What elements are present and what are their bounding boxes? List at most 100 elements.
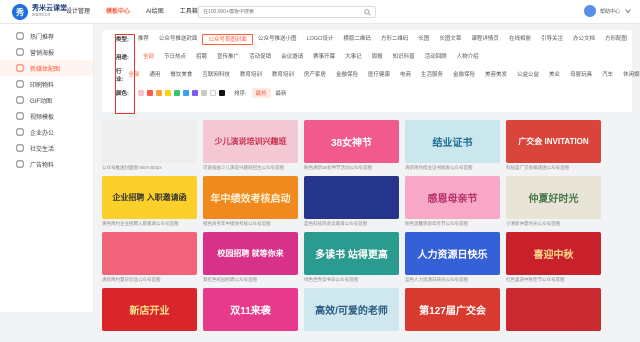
template-card[interactable]: 清新简约夏日饮品公众号首图	[102, 232, 197, 286]
nav-design-manage[interactable]: 设计管理	[58, 0, 98, 24]
filter-option[interactable]: 节日热点	[159, 52, 191, 63]
filter-option[interactable]: 通用	[144, 70, 165, 81]
filter-option[interactable]: 推荐	[133, 34, 154, 45]
template-thumbnail[interactable]: 广交会 INVITATION	[506, 120, 601, 163]
template-thumbnail[interactable]: 感恩母亲节	[405, 176, 500, 219]
filter-option[interactable]: 美业	[544, 70, 565, 81]
color-swatch[interactable]	[174, 90, 180, 96]
filter-option[interactable]: 公众号首图封面	[202, 33, 253, 45]
filter-option[interactable]: 方形配图	[600, 34, 632, 45]
filter-option[interactable]: 公众号推送封面	[154, 34, 203, 45]
template-card[interactable]: 结业证书 清新简约结业证书颁发公众号首图	[405, 120, 500, 174]
template-card[interactable]: 第127届广交会	[405, 288, 500, 342]
template-card[interactable]: 蓝色科技风会议邀请公众号首图	[304, 176, 399, 230]
template-card[interactable]: 多读书 站得更高 绿色世界读书日公众号首图	[304, 232, 399, 286]
template-thumbnail[interactable]: 校园招聘 就等你来	[203, 232, 298, 275]
sort-option[interactable]: 最新	[276, 89, 287, 97]
filter-option[interactable]: 活动促销	[244, 52, 276, 63]
filter-option[interactable]: 方形二维码	[376, 34, 414, 45]
filter-option[interactable]: 周报	[367, 52, 388, 63]
filter-option[interactable]: 金融保险	[448, 70, 480, 81]
color-swatch[interactable]	[210, 90, 216, 96]
sidebar-item[interactable]: 广告物料	[0, 156, 93, 172]
sidebar-item[interactable]: 营销海报	[0, 44, 93, 60]
filter-option[interactable]: 教育培训	[267, 70, 299, 81]
template-card[interactable]: 喜迎中秋 红色喜迎中秋佳节公众号首图	[506, 232, 601, 286]
template-thumbnail[interactable]: 人力资源日快乐	[405, 232, 500, 275]
template-thumbnail[interactable]: 双11来袭	[203, 288, 298, 331]
filter-option[interactable]: 母婴玩具	[565, 70, 597, 81]
template-thumbnail[interactable]: 少儿演说培训兴趣班	[203, 120, 298, 163]
sort-option[interactable]: 最热	[251, 88, 271, 98]
filter-option[interactable]: 金融保险	[331, 70, 363, 81]
color-swatch[interactable]	[219, 90, 225, 96]
template-card[interactable]: 38女神节 粉色清新38女神节活动公众号首图	[304, 120, 399, 174]
filter-option[interactable]: 全部	[138, 52, 159, 63]
template-card[interactable]: 企业招聘 入职邀请函 黄色简约企业招聘入职邀请公众号首图	[102, 176, 197, 230]
filter-option[interactable]: 互联网科技	[197, 70, 235, 81]
filter-option[interactable]: 房产家居	[299, 70, 331, 81]
sidebar-item[interactable]: 企业办公	[0, 124, 93, 140]
color-swatch[interactable]	[165, 90, 171, 96]
filter-option[interactable]: 赛事开幕	[308, 52, 340, 63]
template-card[interactable]: 少儿演说培训兴趣班 可爱插画少儿演说兴趣班招生公众号首图	[203, 120, 298, 174]
filter-option[interactable]: 医疗健康	[363, 70, 395, 81]
help-center-link[interactable]: 帮助中心	[600, 8, 620, 15]
template-card[interactable]: 双11来袭	[203, 288, 298, 342]
filter-option[interactable]: 会议邀请	[276, 52, 308, 63]
template-thumbnail[interactable]: 企业招聘 入职邀请函	[102, 176, 197, 219]
template-thumbnail[interactable]: 高效/可爱的老师	[304, 288, 399, 331]
template-thumbnail[interactable]: 结业证书	[405, 120, 500, 163]
template-thumbnail[interactable]: 新店开业	[102, 288, 197, 331]
sidebar-item[interactable]: 热门推荐	[0, 28, 93, 44]
filter-option[interactable]: 餐饮美食	[165, 70, 197, 81]
filter-option[interactable]: 休闲娱乐	[618, 70, 640, 81]
filter-option[interactable]: 公众号推送小图	[253, 34, 302, 45]
sidebar-item[interactable]: 新媒体配图	[0, 60, 93, 76]
filter-option[interactable]: 知识科普	[388, 52, 420, 63]
filter-option[interactable]: 活动回顾	[420, 52, 452, 63]
nav-ai-draw[interactable]: AI绘图	[138, 0, 172, 24]
sidebar-item[interactable]: 印刷物料	[0, 76, 93, 92]
template-thumbnail[interactable]: 喜迎中秋	[506, 232, 601, 275]
filter-option[interactable]: 电商	[395, 70, 416, 81]
search-icon[interactable]	[364, 9, 371, 16]
nav-template-center[interactable]: 模板中心	[98, 0, 138, 24]
sidebar-item[interactable]: 视频模板	[0, 108, 93, 124]
color-swatch[interactable]	[156, 90, 162, 96]
filter-option[interactable]: 在线相册	[504, 34, 536, 45]
avatar[interactable]	[583, 5, 596, 17]
filter-option[interactable]: 大事记	[340, 52, 367, 63]
template-thumbnail[interactable]: 年中绩效考核启动	[203, 176, 298, 219]
filter-option[interactable]: 横版二维码	[338, 34, 376, 45]
filter-option[interactable]: 生活服务	[416, 70, 448, 81]
template-card[interactable]: 感恩母亲节 粉色温馨感恩母亲节公众号首图	[405, 176, 500, 230]
sidebar-item[interactable]: 社交生活	[0, 140, 93, 156]
template-card[interactable]: 年中绩效考核启动 橙色商务年中绩效考核公众号首图	[203, 176, 298, 230]
filter-option[interactable]: 公益公益	[512, 70, 544, 81]
template-thumbnail[interactable]: 仲夏好时光	[506, 176, 601, 219]
template-card[interactable]: 高效/可爱的老师	[304, 288, 399, 342]
template-thumbnail[interactable]: 38女神节	[304, 120, 399, 163]
template-card[interactable]	[506, 288, 601, 342]
template-thumbnail[interactable]: 第127届广交会	[405, 288, 500, 331]
color-swatch[interactable]	[183, 90, 189, 96]
template-thumbnail[interactable]	[304, 176, 399, 219]
template-card[interactable]: 人力资源日快乐 蓝色人力资源日快乐公众号首图	[405, 232, 500, 286]
template-card[interactable]: 校园招聘 就等你来 紫红色校园招聘公众号首图	[203, 232, 298, 286]
color-swatch[interactable]	[138, 90, 144, 96]
color-swatch[interactable]	[147, 90, 153, 96]
filter-option[interactable]: 引导关注	[536, 34, 568, 45]
color-swatch[interactable]	[192, 90, 198, 96]
template-thumbnail[interactable]	[506, 288, 601, 331]
filter-option[interactable]: 美容美发	[480, 70, 512, 81]
template-card[interactable]: 广交会 INVITATION 科技蓝广交会邀请函公众号首图	[506, 120, 601, 174]
filter-option[interactable]: LOGO设计	[301, 34, 338, 45]
filter-option[interactable]: 长图文章	[434, 34, 466, 45]
filter-option[interactable]: 汽车	[597, 70, 618, 81]
chevron-down-icon[interactable]	[624, 7, 632, 15]
template-thumbnail[interactable]: 多读书 站得更高	[304, 232, 399, 275]
template-card[interactable]: 公众号推送封面图 900×383px	[102, 120, 197, 174]
filter-option[interactable]: 教育培训	[235, 70, 267, 81]
filter-option[interactable]: 长图	[413, 34, 434, 45]
